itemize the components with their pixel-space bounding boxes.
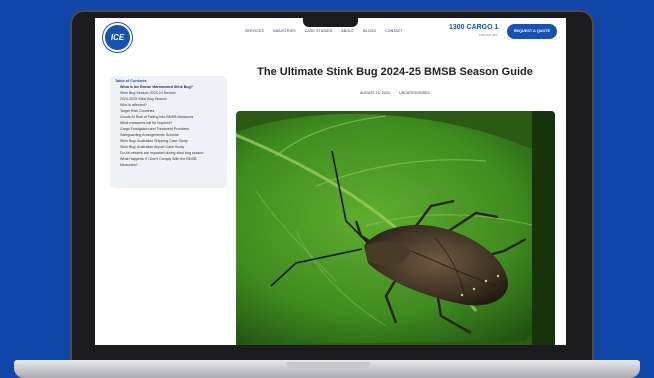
nav-about[interactable]: ABOUT: [341, 29, 354, 33]
post-date[interactable]: AUGUST 16, 2024: [360, 91, 390, 95]
article-title: The Ultimate Stink Bug 2024-25 BMSB Seas…: [257, 66, 533, 78]
camera-notch: [303, 18, 358, 27]
browser-viewport: ICE SERVICES INDUSTRIES CASE STUDIES ABO…: [95, 18, 566, 345]
table-of-contents: Table of Contents What is the Brown Marm…: [110, 76, 227, 188]
post-category[interactable]: UNCATEGORISED: [399, 91, 430, 95]
nav-case-studies[interactable]: CASE STUDIES: [305, 29, 333, 33]
nav-services[interactable]: SERVICES: [245, 29, 264, 33]
site-logo[interactable]: ICE: [103, 23, 132, 52]
meta-separator: ·: [393, 91, 395, 95]
nav-contact[interactable]: CONTACT: [385, 29, 403, 33]
article-meta: AUGUST 16, 2024 · UNCATEGORISED: [235, 91, 555, 95]
nav-industries[interactable]: INDUSTRIES: [273, 29, 296, 33]
toc-item[interactable]: Measures?: [115, 162, 222, 168]
phone-sub-number: 1300 227 461: [479, 33, 498, 37]
toc-title: Table of Contents: [115, 79, 147, 83]
stink-bug-leaf-image: [236, 111, 555, 345]
request-quote-button[interactable]: REQUEST A QUOTE: [507, 24, 557, 39]
laptop-base-groove: [286, 362, 370, 368]
laptop-bezel-bottom: [95, 345, 566, 360]
main-nav: SERVICES INDUSTRIES CASE STUDIES ABOUT B…: [245, 29, 403, 33]
nav-blogs[interactable]: BLOGS: [363, 29, 376, 33]
phone-number[interactable]: 1300 CARGO 1: [449, 24, 498, 31]
featured-image: [236, 111, 555, 345]
